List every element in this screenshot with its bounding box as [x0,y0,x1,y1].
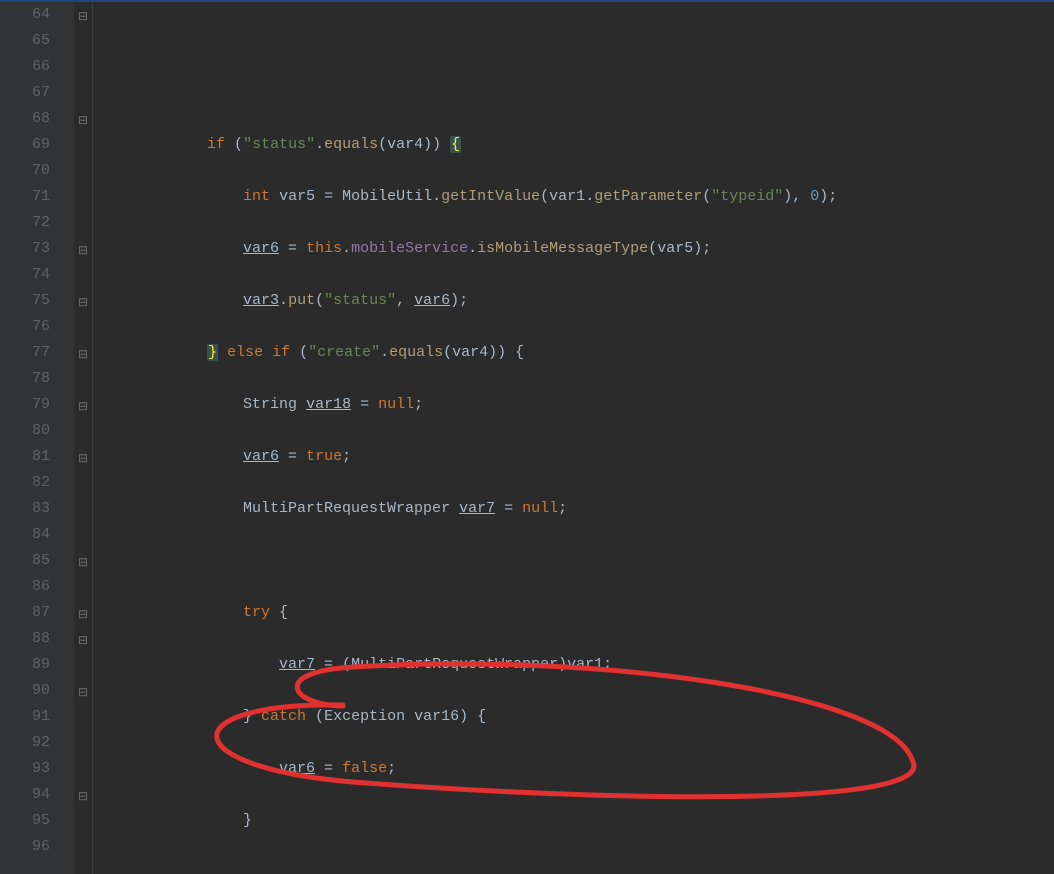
line-number: 70 [10,158,50,184]
code-line: var6 = true; [99,444,837,470]
line-number: 75 [10,288,50,314]
line-number: 77 [10,340,50,366]
line-number: 72 [10,210,50,236]
line-number: 80 [10,418,50,444]
line-number: 95 [10,808,50,834]
code-line: var6 = false; [99,756,837,782]
fold-marker[interactable]: ⊟ [74,446,92,472]
line-number: 96 [10,834,50,860]
fold-marker[interactable]: ⊟ [74,342,92,368]
code-line: } catch (Exception var16) { [99,704,837,730]
line-number: 94 [10,782,50,808]
line-number: 88 [10,626,50,652]
line-number: 67 [10,80,50,106]
line-number: 89 [10,652,50,678]
line-number: 64 [10,2,50,28]
line-number: 82 [10,470,50,496]
code-line: var3.put("status", var6); [99,288,837,314]
line-number: 79 [10,392,50,418]
line-number: 87 [10,600,50,626]
line-number: 71 [10,184,50,210]
fold-marker[interactable]: ⊟ [74,784,92,810]
code-line: if ("status".equals(var4)) { [99,132,837,158]
line-number: 69 [10,132,50,158]
line-number: 81 [10,444,50,470]
line-number: 73 [10,236,50,262]
line-number: 93 [10,756,50,782]
code-line: try { [99,600,837,626]
line-number: 90 [10,678,50,704]
fold-marker[interactable]: ⊟ [74,550,92,576]
fold-marker[interactable]: ⊟ [74,628,92,654]
fold-marker[interactable]: ⊟ [74,4,92,30]
code-line: MultiPartRequestWrapper var7 = null; [99,496,837,522]
line-number: 76 [10,314,50,340]
line-number: 92 [10,730,50,756]
code-area[interactable]: if ("status".equals(var4)) { int var5 = … [93,2,837,874]
line-number: 68 [10,106,50,132]
code-line: var7 = (MultiPartRequestWrapper)var1; [99,652,837,678]
line-number: 78 [10,366,50,392]
code-line: String var18 = null; [99,392,837,418]
line-number: 84 [10,522,50,548]
code-line: } [99,808,837,834]
fold-marker[interactable]: ⊟ [74,394,92,420]
line-number: 86 [10,574,50,600]
fold-gutter: ⊟ ⊟ ⊟ ⊟ ⊟ ⊟ ⊟ ⊟ ⊟ ⊟ ⊟ ⊟ [74,2,93,874]
code-line: int var5 = MobileUtil.getIntValue(var1.g… [99,184,837,210]
fold-marker[interactable]: ⊟ [74,680,92,706]
code-editor[interactable]: 6465666768697071727374757677787980818283… [0,0,1054,874]
line-number: 74 [10,262,50,288]
line-number: 83 [10,496,50,522]
code-line: } else if ("create".equals(var4)) { [99,340,837,366]
line-number: 66 [10,54,50,80]
fold-marker[interactable]: ⊟ [74,290,92,316]
code-line: var6 = this.mobileService.isMobileMessag… [99,236,837,262]
line-number: 65 [10,28,50,54]
fold-marker[interactable]: ⊟ [74,602,92,628]
line-number-gutter: 6465666768697071727374757677787980818283… [0,2,74,874]
fold-marker[interactable]: ⊟ [74,108,92,134]
code-line [99,548,837,574]
line-number: 85 [10,548,50,574]
fold-marker[interactable]: ⊟ [74,238,92,264]
line-number: 91 [10,704,50,730]
